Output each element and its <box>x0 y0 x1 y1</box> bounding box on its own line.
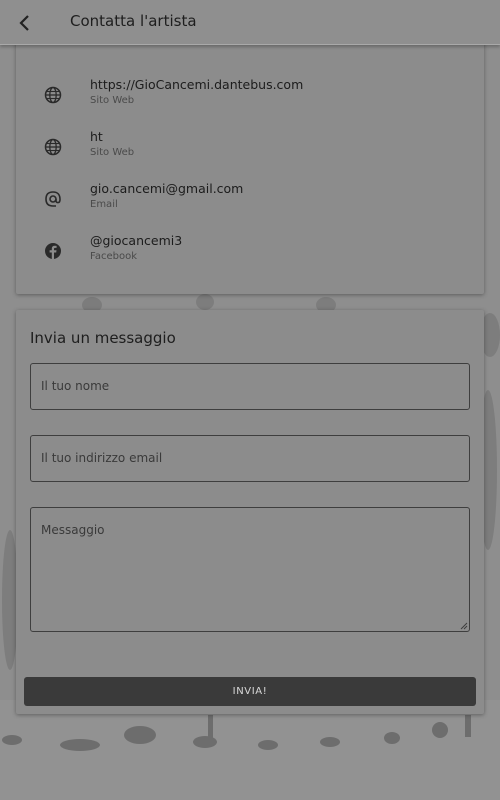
form-title: Invia un messaggio <box>30 329 176 347</box>
globe-icon <box>43 137 63 157</box>
resize-grip-icon[interactable] <box>460 622 468 630</box>
contact-value: ht <box>90 129 103 144</box>
name-input[interactable]: Il tuo nome <box>30 363 470 410</box>
contact-item-website[interactable]: ht Sito Web <box>16 129 484 175</box>
contact-value: gio.cancemi@gmail.com <box>90 181 244 196</box>
send-button[interactable]: INVIA! <box>24 677 476 706</box>
app-bar: Contatta l'artista <box>0 0 500 45</box>
name-placeholder: Il tuo nome <box>41 379 110 393</box>
contact-type: Facebook <box>90 251 137 262</box>
message-placeholder: Messaggio <box>41 523 105 537</box>
email-placeholder: Il tuo indirizzo email <box>41 451 163 465</box>
contact-type: Sito Web <box>90 95 135 106</box>
contact-item-facebook[interactable]: @giocancemi3 Facebook <box>16 233 484 279</box>
contact-item-email[interactable]: gio.cancemi@gmail.com Email <box>16 181 484 227</box>
contact-type: Email <box>90 199 118 210</box>
contact-value: @giocancemi3 <box>90 233 183 248</box>
contacts-card: https://GioCancemi.dantebus.com Sito Web… <box>16 40 484 294</box>
message-form-card: Invia un messaggio Il tuo nome Il tuo in… <box>16 310 484 714</box>
message-textarea[interactable]: Messaggio <box>30 507 470 632</box>
email-input[interactable]: Il tuo indirizzo email <box>30 435 470 482</box>
facebook-icon <box>43 241 63 261</box>
chevron-left-icon <box>19 15 29 31</box>
contact-value: https://GioCancemi.dantebus.com <box>90 77 304 92</box>
back-button[interactable] <box>12 10 38 36</box>
at-sign-icon <box>43 189 63 209</box>
page-title: Contatta l'artista <box>70 12 197 30</box>
globe-icon <box>43 85 63 105</box>
contact-item-website[interactable]: https://GioCancemi.dantebus.com Sito Web <box>16 77 484 123</box>
contact-type: Sito Web <box>90 147 135 158</box>
